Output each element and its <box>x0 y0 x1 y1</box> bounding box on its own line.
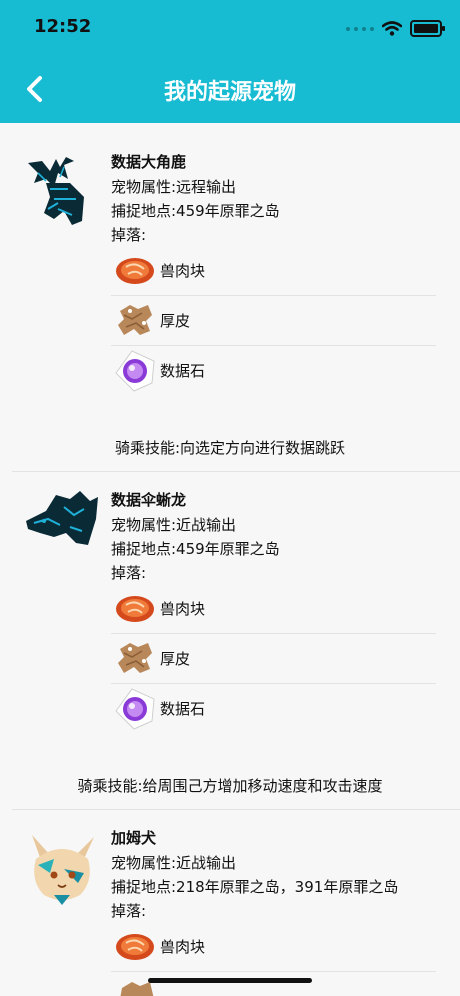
meat-icon <box>116 258 154 284</box>
pet-card: 数据伞蜥龙 宠物属性:近战输出 捕捉地点:459年原罪之岛 掉落: 兽肉块 厚皮 <box>0 461 460 811</box>
status-bar: 12:52 <box>0 0 460 56</box>
pet-drops-label: 掉落: <box>111 902 147 920</box>
drop-item: 兽肉块 <box>111 583 436 634</box>
drop-label: 厚皮 <box>160 311 191 330</box>
drop-label: 数据石 <box>160 699 206 718</box>
drop-item: 兽肉块 <box>111 245 436 296</box>
pet-stag-image <box>28 157 84 225</box>
drop-item: 数据石 <box>111 345 436 395</box>
pet-card: 加姆犬 宠物属性:近战输出 捕捉地点:218年原罪之岛，391年原罪之岛 掉落:… <box>0 799 460 996</box>
hide-icon <box>118 305 152 335</box>
wifi-icon <box>382 21 402 36</box>
drop-label: 数据石 <box>160 361 206 380</box>
pet-skill: 骑乘技能:给周围己方增加移动速度和攻击速度 <box>77 777 383 795</box>
pet-location: 捕捉地点:218年原罪之岛，391年原罪之岛 <box>111 878 399 896</box>
drop-item: 厚皮 <box>111 633 436 684</box>
pet-attribute: 宠物属性:近战输出 <box>111 516 237 534</box>
drop-label: 厚皮 <box>160 649 191 668</box>
data-stone-icon <box>115 688 155 730</box>
pet-name: 数据大角鹿 <box>111 153 187 171</box>
pet-drops-label: 掉落: <box>111 226 147 244</box>
pet-drops-label: 掉落: <box>111 564 147 582</box>
home-indicator <box>148 978 312 983</box>
pet-attribute: 宠物属性:远程输出 <box>111 178 237 196</box>
hide-icon <box>118 643 152 673</box>
pet-location: 捕捉地点:459年原罪之岛 <box>111 202 280 220</box>
pet-name: 数据伞蜥龙 <box>111 491 187 509</box>
drop-label: 兽肉块 <box>160 599 206 618</box>
pet-attribute: 宠物属性:近战输出 <box>111 854 237 872</box>
meat-icon <box>116 596 154 622</box>
pet-lizard-image <box>26 491 98 545</box>
drop-label: 兽肉块 <box>160 261 206 280</box>
battery-icon <box>410 20 445 37</box>
status-time: 12:52 <box>34 16 92 37</box>
pet-card: 数据大角鹿 宠物属性:远程输出 捕捉地点:459年原罪之岛 掉落: 兽肉块 厚皮 <box>0 123 460 473</box>
drop-label: 兽肉块 <box>160 937 206 956</box>
data-stone-icon <box>115 350 155 392</box>
pet-skill: 骑乘技能:向选定方向进行数据跳跃 <box>114 439 346 457</box>
nav-header: 12:52 我的起源宠物 <box>0 0 460 123</box>
pet-location: 捕捉地点:459年原罪之岛 <box>111 540 280 558</box>
pet-list[interactable]: 数据大角鹿 宠物属性:远程输出 捕捉地点:459年原罪之岛 掉落: 兽肉块 厚皮 <box>0 123 460 996</box>
pet-dog-image <box>32 835 94 905</box>
meat-icon <box>116 934 154 960</box>
signal-icon <box>346 26 374 31</box>
page-title: 我的起源宠物 <box>163 80 296 105</box>
drop-item: 兽肉块 <box>111 921 436 972</box>
drop-item: 厚皮 <box>111 295 436 346</box>
drop-item: 数据石 <box>111 683 436 733</box>
pet-name: 加姆犬 <box>111 829 157 847</box>
